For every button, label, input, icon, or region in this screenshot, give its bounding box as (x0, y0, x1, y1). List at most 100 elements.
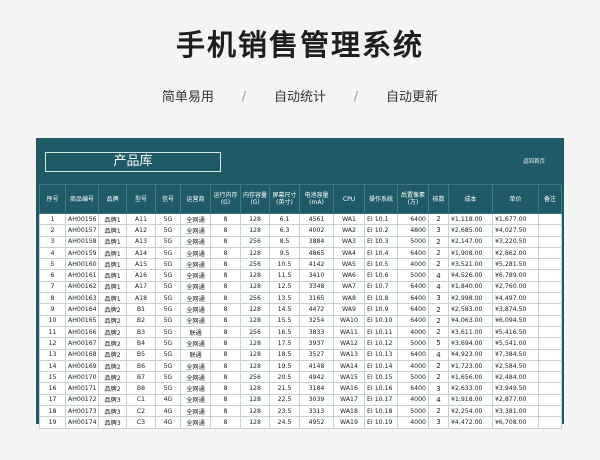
table-cell[interactable]: 品牌2 (98, 337, 127, 350)
table-cell[interactable]: 8 (210, 359, 241, 373)
table-cell[interactable]: AH00162 (65, 280, 99, 294)
table-cell[interactable]: 10 (39, 314, 66, 327)
table-cell[interactable]: ¥4,497.00 (492, 292, 539, 305)
table-cell[interactable]: 14 (39, 359, 66, 373)
table-cell[interactable]: 4 (428, 393, 449, 407)
table-cell[interactable]: EI 10.5 (364, 258, 398, 271)
table-cell[interactable]: 128 (240, 303, 270, 316)
table-cell[interactable]: 品牌3 (98, 405, 127, 418)
table-cell[interactable]: 全网通 (180, 292, 211, 305)
table-cell[interactable] (538, 235, 562, 248)
table-cell[interactable]: 8 (210, 280, 241, 294)
table-cell[interactable]: 6400 (397, 280, 429, 294)
table-cell[interactable]: ¥1,723.00 (448, 359, 493, 373)
table-cell[interactable]: 16 (39, 382, 66, 395)
table-cell[interactable]: ¥3,949.50 (492, 382, 539, 395)
table-cell[interactable]: 17 (39, 393, 66, 407)
table-cell[interactable]: ¥1,677.00 (492, 212, 539, 226)
table-cell[interactable]: EI 10.17 (364, 393, 398, 407)
table-cell[interactable]: 16.5 (269, 325, 300, 339)
table-cell[interactable]: WA11 (333, 325, 365, 339)
table-cell[interactable]: 4561 (299, 212, 334, 226)
table-cell[interactable]: 15.5 (269, 314, 300, 327)
table-cell[interactable]: EI 10.12 (364, 337, 398, 350)
table-cell[interactable]: 128 (240, 359, 270, 373)
table-cell[interactable]: 8 (210, 314, 241, 327)
table-cell[interactable]: 24.5 (269, 416, 300, 429)
table-cell[interactable]: 8 (210, 303, 241, 316)
table-cell[interactable]: 3348 (299, 280, 334, 294)
table-cell[interactable]: 8 (39, 292, 66, 305)
table-cell[interactable]: B6 (126, 359, 156, 373)
table-cell[interactable] (538, 405, 562, 418)
table-cell[interactable]: 品牌1 (98, 224, 127, 237)
table-cell[interactable]: EI 10.14 (364, 359, 398, 373)
column-header[interactable]: 运行内存(G) (210, 184, 241, 214)
table-cell[interactable]: 4472 (299, 303, 334, 316)
table-cell[interactable]: 6400 (397, 314, 429, 327)
table-cell[interactable]: 2 (428, 303, 449, 316)
table-cell[interactable]: C3 (126, 416, 156, 429)
table-cell[interactable]: A15 (126, 258, 156, 271)
table-cell[interactable]: 5G (155, 246, 181, 260)
table-cell[interactable]: 23.5 (269, 405, 300, 418)
table-cell[interactable]: EI 10.18 (364, 405, 398, 418)
table-cell[interactable]: 6400 (397, 246, 429, 260)
table-cell[interactable]: EI 10.10 (364, 314, 398, 327)
table-cell[interactable]: 8 (210, 371, 241, 384)
table-cell[interactable]: 256 (240, 235, 270, 248)
table-cell[interactable]: 6 (39, 269, 66, 282)
table-cell[interactable]: AH00165 (65, 314, 99, 327)
table-cell[interactable]: ¥5,281.50 (492, 258, 539, 271)
table-cell[interactable] (538, 325, 562, 339)
table-cell[interactable]: 3 (428, 224, 449, 237)
table-cell[interactable]: EI 10.16 (364, 382, 398, 395)
table-cell[interactable]: 6400 (397, 212, 429, 226)
table-row[interactable]: 11 AH00166 品牌2 B3 5G 联通 8 256 16.5 3833 WA11 EI 10.… (39, 325, 562, 339)
table-row[interactable]: 6 AH00161 品牌1 A16 5G 全网通 8 128 11.5 3410 WA6 EI 10.… (39, 269, 562, 282)
table-cell[interactable]: 品牌2 (98, 382, 127, 395)
table-cell[interactable]: EI 10.3 (364, 235, 398, 248)
table-cell[interactable]: ¥2,484.00 (492, 371, 539, 384)
table-cell[interactable]: 2 (428, 371, 449, 384)
table-cell[interactable]: 128 (240, 280, 270, 294)
table-cell[interactable]: WA12 (333, 337, 365, 350)
table-cell[interactable]: 128 (240, 348, 270, 361)
table-cell[interactable]: 4000 (397, 393, 429, 407)
table-cell[interactable]: ¥1,918.00 (448, 393, 493, 407)
table-row[interactable]: 5 AH00160 品牌1 A15 5G 全网通 8 256 10.5 4142 WA5 EI 10.… (39, 258, 562, 271)
table-row[interactable]: 10 AH00165 品牌2 B2 5G 全网通 8 128 15.5 3254 WA10 EI 10… (39, 314, 562, 327)
table-cell[interactable]: 联通 (180, 325, 211, 339)
table-cell[interactable]: 4 (428, 269, 449, 282)
table-row[interactable]: 2 AH00157 品牌1 A12 5G 全网通 8 128 6.3 4002 WA2 EI 10.2… (39, 224, 562, 237)
table-cell[interactable]: 品牌1 (98, 258, 127, 271)
table-cell[interactable]: 8 (210, 235, 241, 248)
table-cell[interactable]: B1 (126, 303, 156, 316)
table-cell[interactable]: EI 10.7 (364, 280, 398, 294)
table-cell[interactable]: 2 (428, 212, 449, 226)
table-cell[interactable]: 4 (428, 280, 449, 294)
table-cell[interactable]: 11 (39, 325, 66, 339)
table-cell[interactable]: 128 (240, 337, 270, 350)
table-cell[interactable]: 14.5 (269, 303, 300, 316)
table-cell[interactable]: 4000 (397, 258, 429, 271)
table-row[interactable]: 18 AH00173 品牌3 C2 4G 全网通 8 128 23.5 3313 WA18 EI 10… (39, 405, 562, 418)
table-cell[interactable] (538, 224, 562, 237)
table-cell[interactable]: 5G (155, 224, 181, 237)
table-cell[interactable]: 2 (428, 405, 449, 418)
table-cell[interactable]: 8 (210, 348, 241, 361)
table-cell[interactable]: EI 10.1 (364, 212, 398, 226)
table-cell[interactable]: 5000 (397, 337, 429, 350)
column-header[interactable]: CPU (333, 184, 365, 214)
table-cell[interactable]: 2 (428, 325, 449, 339)
table-cell[interactable]: ¥1,656.00 (448, 371, 493, 384)
table-cell[interactable]: 7 (39, 280, 66, 294)
table-cell[interactable]: 6400 (397, 382, 429, 395)
column-header[interactable]: 序号 (39, 184, 66, 214)
table-cell[interactable]: EI 10.19 (364, 416, 398, 429)
table-cell[interactable]: 5G (155, 303, 181, 316)
table-cell[interactable]: A14 (126, 246, 156, 260)
table-cell[interactable]: 3313 (299, 405, 334, 418)
table-cell[interactable]: ¥4,526.00 (448, 269, 493, 282)
table-cell[interactable]: 8 (210, 325, 241, 339)
